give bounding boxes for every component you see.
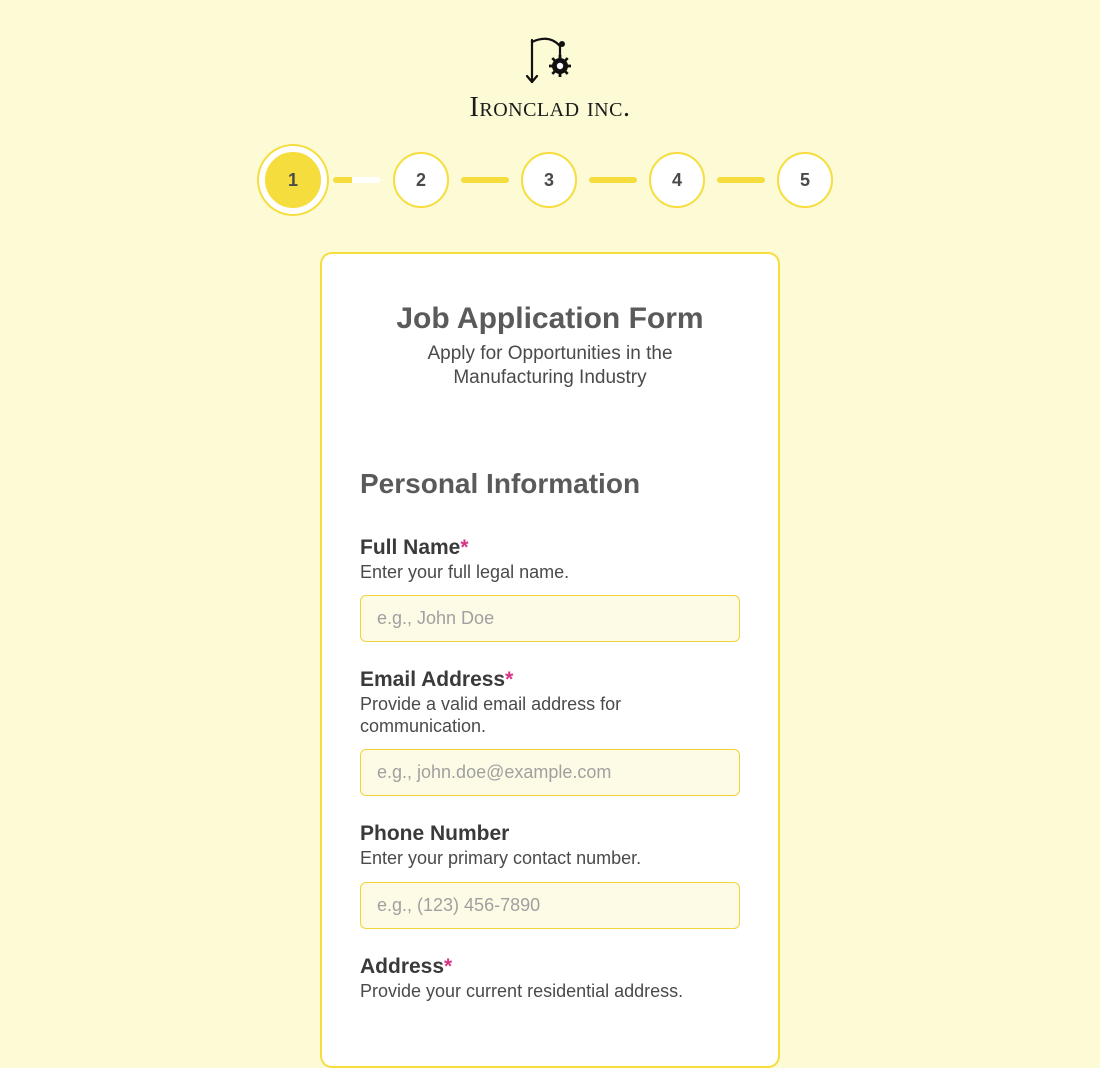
address-help: Provide your current residential address… (360, 981, 740, 1003)
required-asterisk: * (505, 668, 513, 691)
field-phone: Phone Number Enter your primary contact … (360, 822, 740, 929)
form-card: Job Application Form Apply for Opportuni… (320, 252, 780, 1068)
email-label-text: Email Address (360, 668, 505, 691)
step-1[interactable]: 1 (265, 152, 321, 208)
step-3[interactable]: 3 (521, 152, 577, 208)
step-connector (589, 177, 637, 183)
step-5[interactable]: 5 (777, 152, 833, 208)
phone-input[interactable] (360, 882, 740, 929)
form-title: Job Application Form (360, 302, 740, 336)
required-asterisk: * (460, 536, 468, 559)
section-heading: Personal Information (360, 468, 740, 500)
step-indicator: 1 2 3 4 5 (265, 152, 835, 208)
field-email: Email Address* Provide a valid email add… (360, 668, 740, 796)
form-subtitle: Apply for Opportunities in the Manufactu… (360, 342, 740, 390)
step-connector (717, 177, 765, 183)
field-address: Address* Provide your current residentia… (360, 955, 740, 1003)
crane-gear-icon (526, 36, 574, 86)
phone-help: Enter your primary contact number. (360, 848, 740, 870)
phone-label: Phone Number (360, 822, 740, 846)
step-connector (333, 177, 381, 183)
full-name-input[interactable] (360, 595, 740, 642)
full-name-help: Enter your full legal name. (360, 562, 740, 584)
logo-area: Ironclad inc. (0, 36, 1100, 124)
email-help: Provide a valid email address for commun… (360, 694, 740, 737)
required-asterisk: * (444, 955, 452, 978)
step-4[interactable]: 4 (649, 152, 705, 208)
step-2[interactable]: 2 (393, 152, 449, 208)
address-label-text: Address (360, 955, 444, 978)
email-label: Email Address* (360, 668, 740, 692)
address-label: Address* (360, 955, 740, 979)
phone-label-text: Phone Number (360, 822, 509, 845)
company-name: Ironclad inc. (470, 92, 631, 124)
field-full-name: Full Name* Enter your full legal name. (360, 536, 740, 643)
email-input[interactable] (360, 749, 740, 796)
full-name-label-text: Full Name (360, 536, 460, 559)
step-connector (461, 177, 509, 183)
full-name-label: Full Name* (360, 536, 740, 560)
